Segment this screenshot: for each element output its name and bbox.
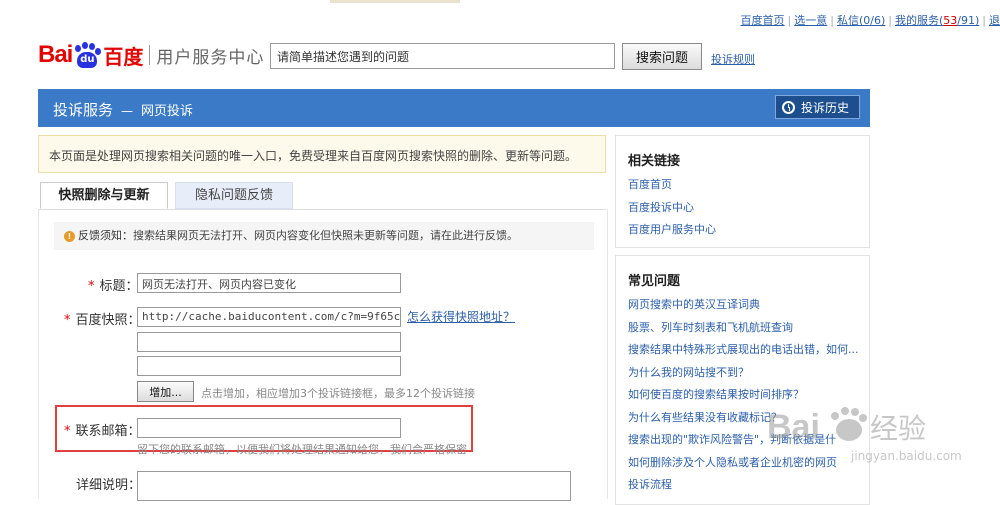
list-item: 如何删除涉及个人隐私或者企业机密的网页 bbox=[628, 454, 859, 477]
list-item: 为什么有些结果没有收藏标记？ bbox=[628, 409, 859, 432]
list-item: 百度投诉中心 bbox=[628, 199, 716, 222]
faq-link[interactable]: 投诉流程 bbox=[628, 478, 672, 491]
tip-label: 反馈须知： bbox=[78, 229, 133, 242]
title-label: * 标题： bbox=[88, 279, 139, 294]
list-item: 为什么我的网站搜不到？ bbox=[628, 364, 859, 387]
paw-du: du bbox=[77, 52, 98, 68]
tab-bar: 快照删除与更新 隐私问题反馈 bbox=[38, 182, 606, 210]
search-button[interactable]: 搜索问题 bbox=[622, 43, 702, 70]
top-strip bbox=[0, 0, 1000, 4]
email-hint: 留下您的联系邮箱，以便我们将处理结果通知给您，我们会严格保密 bbox=[137, 443, 467, 456]
title-input[interactable]: 网页无法打开、网页内容已变化 bbox=[137, 273, 401, 293]
notice-text: 本页面是处理网页搜索相关问题的唯一入口，免费受理来自百度网页搜索快照的删除、更新… bbox=[49, 149, 578, 163]
tab-snapshot-delete-update[interactable]: 快照删除与更新 bbox=[40, 182, 168, 209]
top-link-my-services[interactable]: 我的服务(53/91) bbox=[895, 14, 979, 27]
faq-link[interactable]: 网页搜索中的英汉互译词典 bbox=[628, 298, 760, 311]
paw-icon: du bbox=[73, 42, 102, 68]
clock-icon bbox=[781, 100, 795, 114]
complaint-history-button[interactable]: 投诉历史 bbox=[774, 95, 860, 119]
faq-box: 常见问题 网页搜索中的英汉互译词典 股票、列车时刻表和飞机航班查询 搜索结果中特… bbox=[615, 255, 870, 505]
list-item: 如何使百度的搜索结果按时间排序？ bbox=[628, 386, 859, 409]
notice-box: 本页面是处理网页搜索相关问题的唯一入口，免费受理来自百度网页搜索快照的删除、更新… bbox=[38, 135, 606, 173]
banner-title: 投诉服务 — 网页投诉 bbox=[53, 99, 193, 120]
related-link[interactable]: 百度首页 bbox=[628, 178, 672, 191]
faq-title: 常见问题 bbox=[628, 274, 681, 289]
logo-divider bbox=[149, 45, 151, 65]
faq-link[interactable]: 搜索结果中特殊形式展现出的电话出错，如何... bbox=[628, 343, 859, 356]
my-services-count: 53 bbox=[943, 14, 958, 27]
faq-list: 网页搜索中的英汉互译词典 股票、列车时刻表和飞机航班查询 搜索结果中特殊形式展现… bbox=[628, 296, 859, 499]
watermark-text: 经验 bbox=[870, 412, 926, 445]
service-center-title: 用户服务中心 bbox=[156, 47, 265, 68]
related-links-title: 相关链接 bbox=[628, 154, 681, 169]
snapshot-input-2[interactable] bbox=[137, 332, 401, 352]
list-item: 搜索出现的"欺诈风险警告"，判断依据是什 bbox=[628, 431, 859, 454]
email-label: * 联系邮箱： bbox=[64, 424, 141, 439]
top-links: 百度首页 | 选一意 | 私信(0/6) | 我的服务(53/91) | 退 bbox=[740, 14, 1000, 27]
banner-subtitle: 网页投诉 bbox=[141, 104, 194, 119]
search-input[interactable] bbox=[270, 43, 615, 69]
required-star: * bbox=[64, 424, 71, 439]
snapshot-label: * 百度快照： bbox=[64, 313, 141, 328]
list-item: 网页搜索中的英汉互译词典 bbox=[628, 296, 859, 319]
complaint-rules-link[interactable]: 投诉规则 bbox=[711, 51, 755, 67]
required-star: * bbox=[88, 279, 95, 294]
list-item: 投诉流程 bbox=[628, 476, 859, 499]
related-link[interactable]: 百度用户服务中心 bbox=[628, 223, 716, 236]
list-item: 百度首页 bbox=[628, 176, 716, 199]
detail-textarea[interactable] bbox=[137, 471, 571, 501]
page-banner: 投诉服务 — 网页投诉 投诉历史 bbox=[38, 89, 870, 127]
required-star: * bbox=[64, 313, 71, 328]
list-item: 百度用户服务中心 bbox=[628, 221, 716, 244]
banner-dash: — bbox=[121, 104, 134, 118]
feedback-tip: ! 反馈须知：搜索结果网页无法打开、网页内容变化但快照未更新等问题，请在此进行反馈… bbox=[54, 222, 594, 250]
my-services-total: /91) bbox=[957, 14, 980, 27]
snapshot-howto-link[interactable]: 怎么获得快照地址？ bbox=[407, 308, 515, 325]
list-item: 搜索结果中特殊形式展现出的电话出错，如何... bbox=[628, 341, 859, 364]
top-link-home[interactable]: 百度首页 bbox=[741, 14, 785, 27]
related-links-box: 相关链接 百度首页 百度投诉中心 百度用户服务中心 bbox=[615, 135, 870, 248]
related-link[interactable]: 百度投诉中心 bbox=[628, 201, 694, 214]
logo-du: 百度 bbox=[103, 44, 144, 69]
email-input[interactable] bbox=[137, 418, 401, 438]
top-link-messages[interactable]: 私信(0/6) bbox=[837, 14, 885, 27]
snapshot-input-3[interactable] bbox=[137, 356, 401, 376]
top-link-logout[interactable]: 退 bbox=[989, 14, 1000, 27]
tab-privacy-feedback[interactable]: 隐私问题反馈 bbox=[175, 182, 293, 209]
baidu-logo[interactable]: Bai du 百度 用户服务中心 bbox=[38, 38, 264, 72]
detail-label: 详细说明： bbox=[76, 478, 142, 493]
faq-link[interactable]: 搜索出现的"欺诈风险警告"，判断依据是什 bbox=[628, 433, 836, 446]
faq-link[interactable]: 股票、列车时刻表和飞机航班查询 bbox=[628, 321, 793, 334]
logo-bai: Bai bbox=[38, 41, 73, 68]
faq-link[interactable]: 如何删除涉及个人隐私或者企业机密的网页 bbox=[628, 456, 837, 469]
add-links-button[interactable]: 增加... bbox=[137, 381, 194, 402]
my-services-prefix: 我的服务( bbox=[894, 14, 944, 27]
tip-text: 搜索结果网页无法打开、网页内容变化但快照未更新等问题，请在此进行反馈。 bbox=[133, 229, 518, 242]
banner-service: 投诉服务 bbox=[53, 101, 114, 119]
warning-icon: ! bbox=[64, 230, 75, 242]
complaint-history-label: 投诉历史 bbox=[800, 100, 849, 115]
faq-link[interactable]: 如何使百度的搜索结果按时间排序？ bbox=[628, 388, 804, 401]
faq-link[interactable]: 为什么有些结果没有收藏标记？ bbox=[628, 411, 782, 424]
faq-link[interactable]: 为什么我的网站搜不到？ bbox=[628, 366, 749, 379]
top-link-quick[interactable]: 选一意 bbox=[794, 14, 827, 27]
snapshot-input-1[interactable]: http://cache.baiducontent.com/c?m=9f65cb… bbox=[137, 307, 401, 327]
related-links-list: 百度首页 百度投诉中心 百度用户服务中心 bbox=[628, 176, 716, 244]
add-links-hint: 点击增加，相应增加3个投诉链接框，最多12个投诉链接 bbox=[201, 387, 475, 400]
list-item: 股票、列车时刻表和飞机航班查询 bbox=[628, 319, 859, 342]
